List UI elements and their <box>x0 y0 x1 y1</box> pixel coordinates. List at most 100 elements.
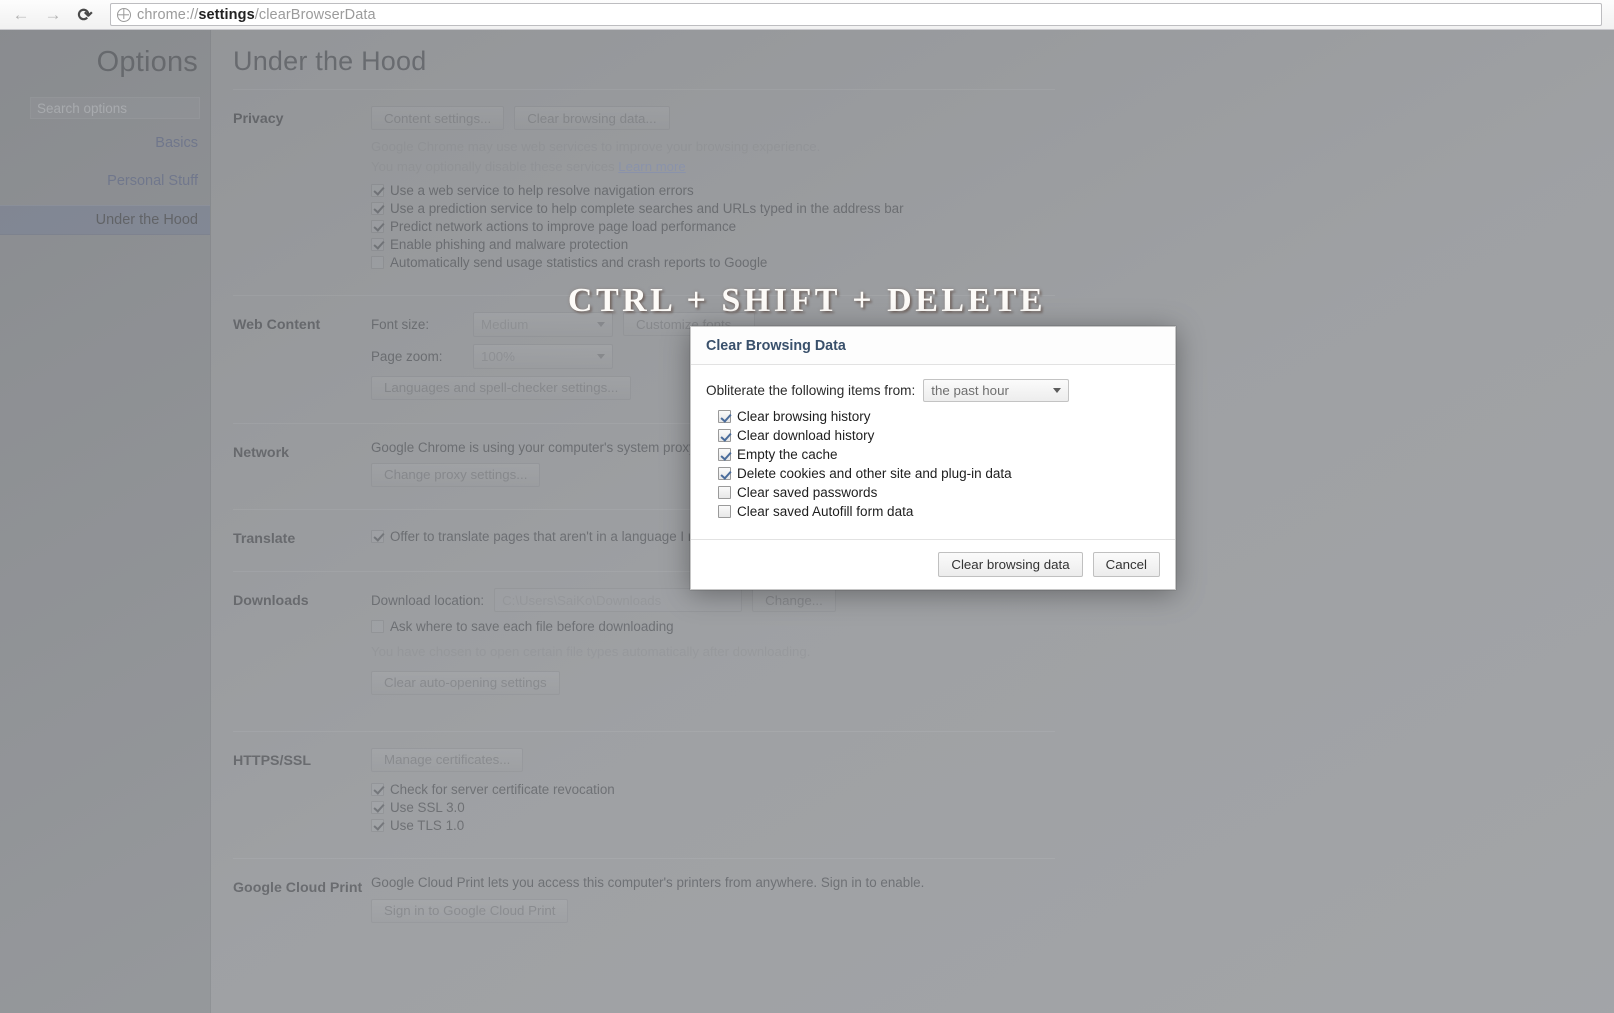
checkbox-icon[interactable] <box>718 429 731 442</box>
checkbox-icon[interactable] <box>718 410 731 423</box>
sidebar-item-personal-stuff[interactable]: Personal Stuff <box>0 167 210 195</box>
dialog-title: Clear Browsing Data <box>691 327 1175 365</box>
section-label: Translate <box>233 530 296 547</box>
address-bar[interactable]: chrome://settings/clearBrowserData <box>110 3 1602 26</box>
checkbox-row[interactable]: Use a prediction service to help complet… <box>371 201 1614 216</box>
section-label: Downloads <box>233 593 309 610</box>
clear-auto-opening-button[interactable]: Clear auto-opening settings <box>371 670 560 695</box>
search-input[interactable]: Search options <box>30 97 200 119</box>
confirm-clear-button[interactable]: Clear browsing data <box>938 552 1083 577</box>
obliterate-period-label: Obliterate the following items from: <box>706 383 916 398</box>
clear-browsing-data-button[interactable]: Clear browsing data... <box>514 106 670 130</box>
cancel-button[interactable]: Cancel <box>1092 552 1160 577</box>
time-period-value: the past hour <box>931 383 1009 398</box>
checkbox-icon[interactable] <box>718 467 731 480</box>
clear-browsing-data-dialog: Clear Browsing Data Obliterate the follo… <box>690 326 1176 590</box>
section-https-ssl: HTTPS/SSL Manage certificates... Check f… <box>211 732 1614 836</box>
checkbox-row[interactable]: Use TLS 1.0 <box>371 818 1614 833</box>
manage-certificates-button[interactable]: Manage certificates... <box>371 747 524 772</box>
sidebar-item-label: Basics <box>155 135 198 151</box>
sidebar-item-label: Under the Hood <box>95 212 198 228</box>
learn-more-link[interactable]: Learn more <box>618 159 685 174</box>
sidebar-item-under-the-hood[interactable]: Under the Hood <box>0 205 210 235</box>
content-settings-button[interactable]: Content settings... <box>371 106 505 130</box>
privacy-desc-line2: You may optionally disable these service… <box>371 159 615 175</box>
dialog-checkbox-row[interactable]: Clear download history <box>718 428 1160 443</box>
download-location-input[interactable]: C:\Users\SaiKo\Downloads <box>494 588 743 613</box>
download-location-value: C:\Users\SaiKo\Downloads <box>502 592 662 608</box>
checkbox-row[interactable]: Use SSL 3.0 <box>371 800 1614 815</box>
checkbox-label: Enable phishing and malware protection <box>390 236 629 252</box>
address-bar-url: chrome://settings/clearBrowserData <box>137 6 376 23</box>
checkbox-icon[interactable] <box>371 201 384 215</box>
checkbox-label: Ask where to save each file before downl… <box>390 619 674 635</box>
section-cloud-print: Google Cloud Print Google Cloud Print le… <box>211 859 1614 923</box>
checkbox-row[interactable]: Predict network actions to improve page … <box>371 219 1614 234</box>
checkbox-icon[interactable] <box>371 782 384 796</box>
sign-in-cloud-print-button[interactable]: Sign in to Google Cloud Print <box>371 898 569 923</box>
checkbox-label: Use a web service to help resolve naviga… <box>390 182 694 198</box>
checkbox-label: Use SSL 3.0 <box>390 799 465 815</box>
section-label: Privacy <box>233 111 284 127</box>
chevron-down-icon <box>1053 388 1062 393</box>
settings-sidebar: Options Search options Basics Personal S… <box>0 30 211 1013</box>
checkbox-row[interactable]: Automatically send usage statistics and … <box>371 255 1614 270</box>
checkbox-label: Use TLS 1.0 <box>390 817 465 833</box>
checkbox-icon[interactable] <box>371 183 384 197</box>
page-zoom-select[interactable]: 100% <box>473 343 613 369</box>
change-proxy-settings-button[interactable]: Change proxy settings... <box>371 462 541 487</box>
sidebar-item-basics[interactable]: Basics <box>0 129 210 157</box>
checkbox-label: Predict network actions to improve page … <box>390 218 737 234</box>
keyboard-shortcut-hint: CTRL + SHIFT + DELETE <box>567 282 1047 319</box>
checkbox-icon[interactable] <box>718 486 731 499</box>
dialog-body: Obliterate the following items from: the… <box>691 365 1175 539</box>
checkbox-icon[interactable] <box>371 255 384 269</box>
checkbox-row[interactable]: Check for server certificate revocation <box>371 782 1614 797</box>
checkbox-label: Automatically send usage statistics and … <box>390 254 768 270</box>
back-arrow-icon[interactable]: ← <box>8 2 34 28</box>
checkbox-icon[interactable] <box>371 237 384 251</box>
page-zoom-value: 100% <box>481 348 516 364</box>
chevron-down-icon <box>597 353 605 359</box>
search-placeholder: Search options <box>37 100 128 116</box>
checkbox-icon[interactable] <box>371 818 384 832</box>
checkbox-icon[interactable] <box>371 620 384 634</box>
dialog-checkbox-row[interactable]: Clear saved passwords <box>718 485 1160 500</box>
checkbox-icon[interactable] <box>371 800 384 814</box>
dialog-footer: Clear browsing data Cancel <box>691 539 1175 589</box>
section-downloads: Downloads Download location: C:\Users\Sa… <box>211 572 1614 695</box>
checkbox-icon[interactable] <box>371 529 384 543</box>
checkbox-label: Delete cookies and other site and plug-i… <box>737 466 1012 481</box>
screen: ← → ⟳ chrome://settings/clearBrowserData… <box>0 0 1614 1013</box>
cloud-print-description: Google Cloud Print lets you access this … <box>371 874 925 890</box>
checkbox-icon[interactable] <box>718 448 731 461</box>
checkbox-row[interactable]: Enable phishing and malware protection <box>371 237 1614 252</box>
privacy-desc-line1: Google Chrome may use web services to im… <box>371 139 821 154</box>
download-location-label: Download location: <box>371 592 485 608</box>
content-heading: Under the Hood <box>233 46 427 76</box>
dialog-checkbox-row[interactable]: Clear browsing history <box>718 409 1160 424</box>
languages-settings-button[interactable]: Languages and spell-checker settings... <box>371 375 632 400</box>
dialog-checkbox-row[interactable]: Delete cookies and other site and plug-i… <box>718 466 1160 481</box>
checkbox-label: Offer to translate pages that aren't in … <box>390 528 715 544</box>
page-title: Options <box>96 46 198 78</box>
section-label: Network <box>233 444 289 461</box>
forward-arrow-icon[interactable]: → <box>40 2 66 28</box>
page-zoom-label: Page zoom: <box>371 348 443 364</box>
checkbox-icon[interactable] <box>718 505 731 518</box>
change-location-button[interactable]: Change... <box>752 588 836 613</box>
sidebar-item-label: Personal Stuff <box>107 173 198 189</box>
reload-icon[interactable]: ⟳ <box>72 2 98 28</box>
time-period-select[interactable]: the past hour <box>923 379 1070 402</box>
checkbox-label: Empty the cache <box>737 447 838 462</box>
checkbox-icon[interactable] <box>371 219 384 233</box>
dialog-checkbox-row[interactable]: Empty the cache <box>718 447 1160 462</box>
checkbox-label: Clear saved passwords <box>737 485 878 500</box>
dialog-checkbox-row[interactable]: Clear saved Autofill form data <box>718 504 1160 519</box>
checkbox-row[interactable]: Ask where to save each file before downl… <box>371 619 1614 634</box>
globe-icon <box>117 7 131 22</box>
section-privacy: Privacy Content settings... Clear browsi… <box>211 90 1614 273</box>
checkbox-label: Clear browsing history <box>737 409 871 424</box>
section-label: Google Cloud Print <box>233 879 363 896</box>
checkbox-row[interactable]: Use a web service to help resolve naviga… <box>371 183 1614 198</box>
